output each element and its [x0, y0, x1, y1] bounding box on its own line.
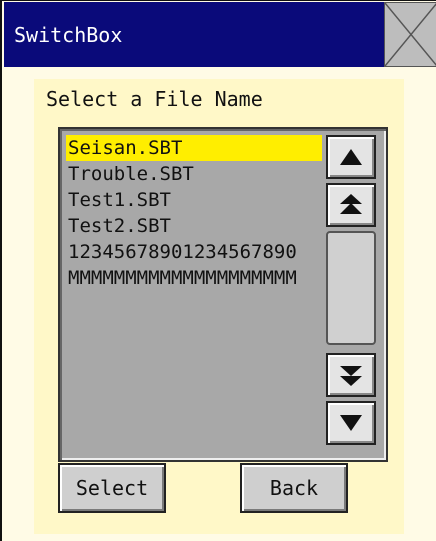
triangle-down-icon: [340, 415, 362, 431]
page-down-button[interactable]: [326, 353, 376, 397]
file-list[interactable]: Seisan.SBT Trouble.SBT Test1.SBT Test2.S…: [66, 135, 322, 453]
double-triangle-up-icon: [340, 194, 362, 214]
list-item[interactable]: Test1.SBT: [66, 187, 322, 213]
scroll-down-button[interactable]: [326, 401, 376, 445]
list-item[interactable]: Seisan.SBT: [66, 135, 322, 161]
list-item[interactable]: 12345678901234567890: [66, 239, 322, 265]
double-triangle-down-icon: [340, 366, 362, 386]
close-x-icon: [385, 3, 436, 66]
file-select-panel: Select a File Name Seisan.SBT Trouble.SB…: [34, 79, 404, 534]
list-item[interactable]: Trouble.SBT: [66, 161, 322, 187]
list-item[interactable]: MMMMMMMMMMMMMMMMMMMM: [66, 265, 322, 291]
page-up-button[interactable]: [326, 183, 376, 227]
prompt-label: Select a File Name: [46, 87, 263, 111]
scroll-up-button[interactable]: [326, 135, 376, 179]
scroll-track[interactable]: [326, 231, 376, 345]
app-window: SwitchBox Select a File Name Seisan.SBT …: [0, 0, 436, 541]
triangle-up-icon: [340, 149, 362, 165]
list-item[interactable]: Test2.SBT: [66, 213, 322, 239]
back-button[interactable]: Back: [240, 463, 348, 513]
window-title: SwitchBox: [14, 22, 123, 47]
select-button[interactable]: Select: [58, 463, 166, 513]
file-list-box: Seisan.SBT Trouble.SBT Test1.SBT Test2.S…: [58, 127, 388, 462]
close-button[interactable]: [384, 2, 436, 67]
title-bar: SwitchBox: [4, 2, 384, 67]
